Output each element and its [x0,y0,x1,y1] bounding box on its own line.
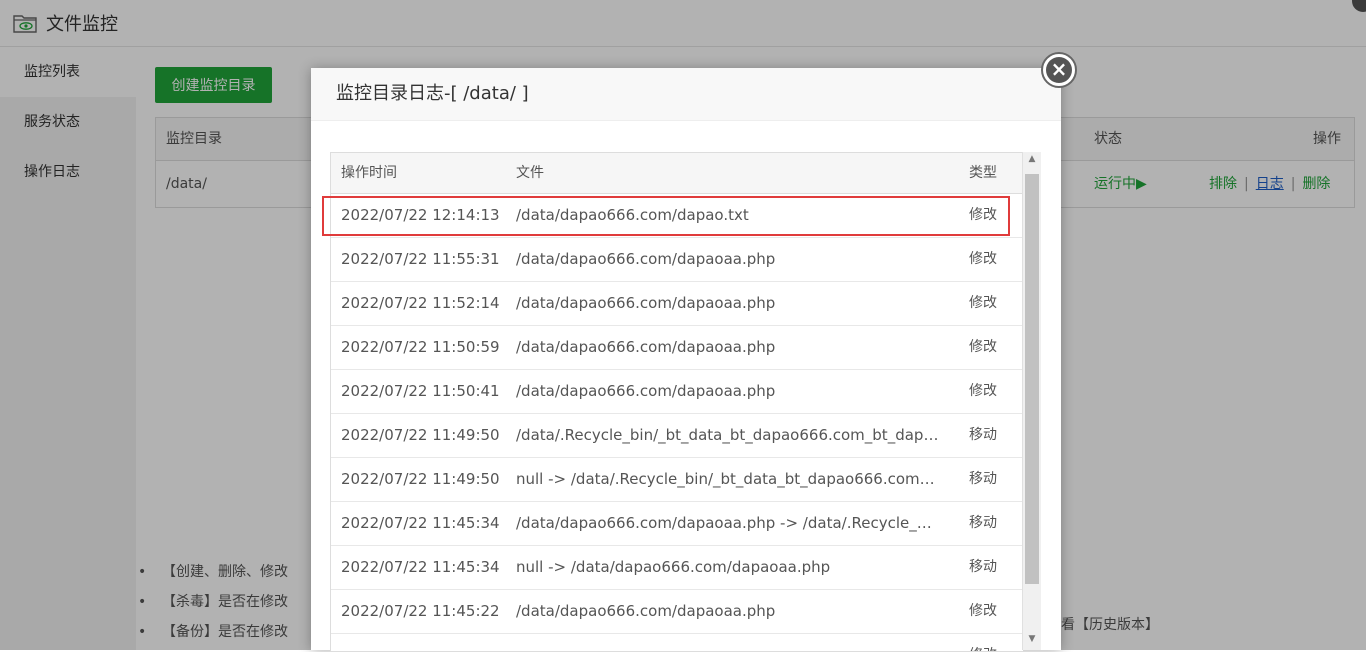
log-file: null -> /data/.Recycle_bin/_bt_data_bt_d… [516,470,941,488]
log-type: 修改 [969,207,997,223]
scrollbar-thumb[interactable] [1025,174,1039,584]
table-row[interactable]: 2022/07/22 11:50:59/data/dapao666.com/da… [331,326,1023,370]
log-time: 2022/07/22 11:45:34 [341,558,500,576]
column-header-type: 类型 [969,165,997,181]
log-scrollbar[interactable]: ▲ ▼ [1022,152,1041,650]
table-row[interactable]: 2022/07/22 11:49:50/data/.Recycle_bin/_b… [331,414,1023,458]
scroll-up-icon[interactable]: ▲ [1023,154,1041,168]
log-type: 修改 [969,634,997,651]
log-time: 2022/07/22 11:45:22 [341,602,500,620]
table-row[interactable]: 修改 [331,634,1023,651]
table-row[interactable]: 2022/07/22 11:49:50 null -> /data/.Recycl… [331,458,1023,502]
log-type: 移动 [969,559,997,575]
table-row[interactable]: 2022/07/22 11:52:14/data/dapao666.com/da… [331,282,1023,326]
log-file: /data/dapao666.com/dapaoaa.php [516,382,776,400]
table-row[interactable]: 2022/07/22 11:50:41/data/dapao666.com/da… [331,370,1023,414]
log-time: 2022/07/22 11:50:59 [341,338,500,356]
table-row[interactable]: 2022/07/22 11:45:34/data/dapao666.com/da… [331,502,1023,546]
log-time: 2022/07/22 11:49:50 [341,426,500,444]
log-file: /data/.Recycle_bin/_bt_data_bt_dapao666.… [516,426,941,444]
log-time: 2022/07/22 11:52:14 [341,294,500,312]
log-type: 修改 [969,339,997,355]
log-file: /data/dapao666.com/dapaoaa.php [516,338,776,356]
log-modal: 监控目录日志-[ /data/ ] 操作时间 文件 类型 2022/07/22 … [311,68,1061,652]
column-header-file: 文件 [516,165,544,181]
close-button[interactable]: × [1041,52,1077,88]
log-time: 2022/07/22 11:45:34 [341,514,500,532]
log-type: 移动 [969,515,997,531]
log-type: 移动 [969,427,997,443]
log-type: 修改 [969,603,997,619]
column-header-time: 操作时间 [341,165,397,181]
log-time: 2022/07/22 11:55:31 [341,250,500,268]
table-row[interactable]: 2022/07/22 11:45:34 null -> /data/dapao66… [331,546,1023,590]
log-file: /data/dapao666.com/dapao.txt [516,206,749,224]
log-file: /data/dapao666.com/dapaoaa.php -> /data/… [516,514,941,532]
log-type: 修改 [969,251,997,267]
log-type: 修改 [969,383,997,399]
log-table: 操作时间 文件 类型 2022/07/22 12:14:13/data/dapa… [330,152,1023,652]
close-icon: × [1046,57,1072,83]
log-time: 2022/07/22 12:14:13 [341,206,500,224]
scroll-down-icon[interactable]: ▼ [1023,634,1041,648]
log-type: 移动 [969,471,997,487]
log-file: /data/dapao666.com/dapaoaa.php [516,294,776,312]
log-time: 2022/07/22 11:49:50 [341,470,500,488]
log-table-header: 操作时间 文件 类型 [331,153,1023,194]
modal-title: 监控目录日志-[ /data/ ] [311,68,1061,121]
log-file: null -> /data/dapao666.com/dapaoaa.php [516,558,831,576]
table-row[interactable]: 2022/07/22 11:45:22/data/dapao666.com/da… [331,590,1023,634]
log-rows: 2022/07/22 12:14:13/data/dapao666.com/da… [331,194,1023,651]
log-type: 修改 [969,295,997,311]
log-time: 2022/07/22 11:50:41 [341,382,500,400]
log-file: /data/dapao666.com/dapaoaa.php [516,602,776,620]
log-file: /data/dapao666.com/dapaoaa.php [516,250,776,268]
table-row[interactable]: 2022/07/22 11:55:31/data/dapao666.com/da… [331,238,1023,282]
table-row[interactable]: 2022/07/22 12:14:13/data/dapao666.com/da… [331,194,1023,238]
